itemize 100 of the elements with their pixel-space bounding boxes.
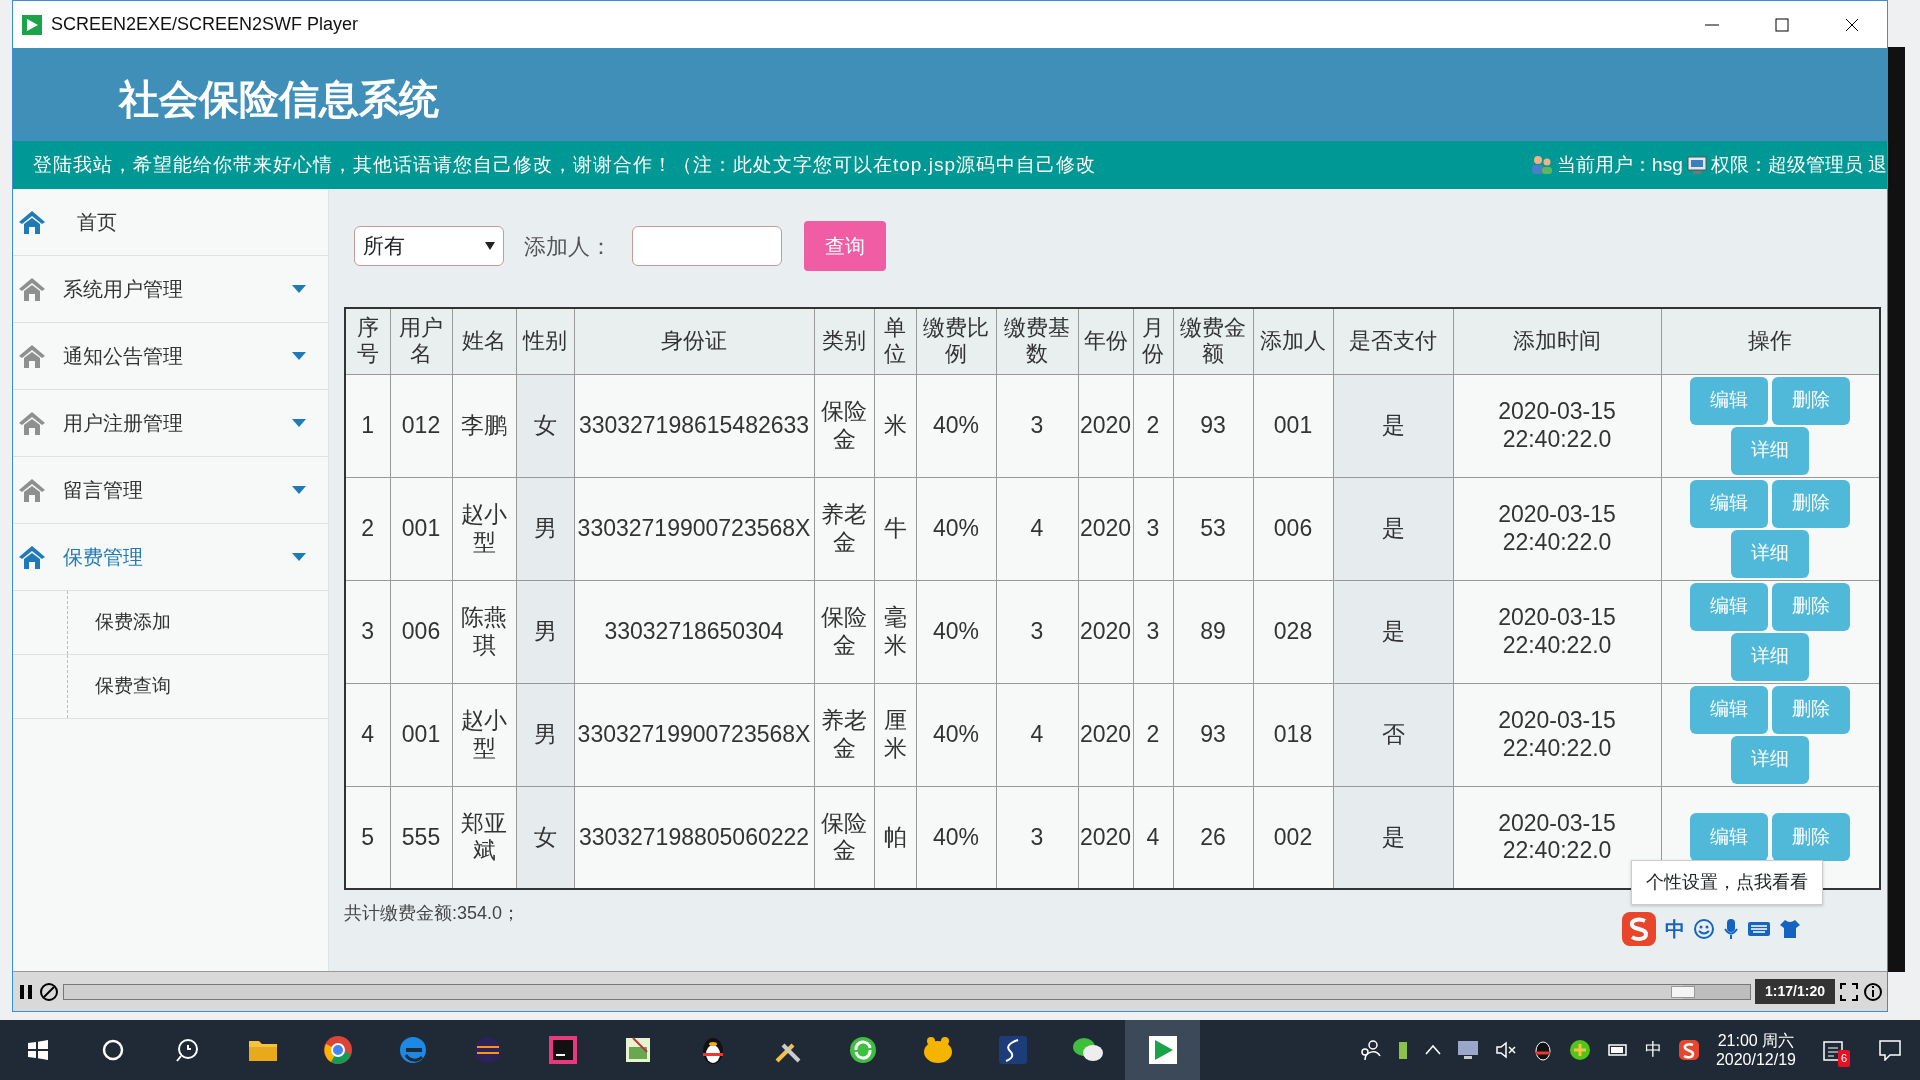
table-cell: 2: [345, 477, 390, 580]
fullscreen-icon[interactable]: [1839, 981, 1859, 1002]
sidebar-item[interactable]: 保费管理: [13, 524, 328, 591]
browser-icon[interactable]: [322, 1035, 353, 1065]
caret-icon: [292, 285, 306, 293]
edit-button[interactable]: 编辑: [1690, 685, 1769, 734]
type-select[interactable]: 所有: [354, 226, 504, 266]
table-cell: 男: [516, 580, 574, 683]
sidebar-item[interactable]: 系统用户管理: [13, 256, 328, 323]
sidebar-item[interactable]: 通知公告管理: [13, 323, 328, 390]
adder-input-field[interactable]: [632, 226, 782, 266]
table-cell: 2020-03-15 22:40:22.0: [1453, 477, 1661, 580]
table-cell: 4: [996, 683, 1078, 786]
column-header: 序号: [345, 308, 390, 374]
ide-icon[interactable]: [547, 1035, 578, 1065]
table-cell: 厘米: [874, 683, 916, 786]
info-icon[interactable]: [1863, 981, 1883, 1002]
table-cell: 保险金: [814, 786, 874, 889]
ide-icon[interactable]: [472, 1035, 503, 1065]
submenu-item[interactable]: 保费添加: [13, 591, 328, 655]
table-cell: 帕: [874, 786, 916, 889]
ime-logo-icon[interactable]: [1677, 1039, 1700, 1061]
table-cell: 女: [516, 374, 574, 477]
sidebar-item[interactable]: 留言管理: [13, 457, 328, 524]
browser-e-icon[interactable]: [397, 1035, 428, 1065]
delete-button[interactable]: 删除: [1772, 685, 1851, 734]
submenu-item[interactable]: 保费查询: [13, 655, 328, 719]
chevron-up-icon[interactable]: [1424, 1044, 1441, 1056]
query-button[interactable]: 查询: [804, 221, 886, 271]
shirt-icon[interactable]: [1779, 919, 1801, 939]
time-text: 21:00 周六: [1716, 1030, 1796, 1050]
message-icon[interactable]: [1878, 1039, 1902, 1061]
tooltip[interactable]: 个性设置，点我看看: [1631, 860, 1823, 905]
keyboard-icon[interactable]: [1747, 920, 1771, 938]
minimize-icon: [1705, 23, 1719, 26]
plus-icon[interactable]: [1568, 1039, 1591, 1061]
input-mode-text[interactable]: 中: [1644, 1037, 1662, 1063]
table-cell: 李鹏: [452, 374, 516, 477]
table-cell: 2020-03-15 22:40:22.0: [1453, 374, 1661, 477]
column-header: 是否支付: [1333, 308, 1453, 374]
windows-icon[interactable]: [26, 1039, 49, 1061]
people-icon[interactable]: [1358, 1039, 1381, 1061]
window-title: SCREEN2EXE/SCREEN2SWF Player: [51, 13, 359, 36]
edit-button[interactable]: 编辑: [1690, 813, 1769, 862]
sidebar-item[interactable]: 用户注册管理: [13, 390, 328, 457]
column-header: 缴费金额: [1173, 308, 1253, 374]
table-cell: 93: [1173, 374, 1253, 477]
dropdown-caret-icon: [485, 242, 495, 250]
table-cell: 毫米: [874, 580, 916, 683]
permission-text: 权限：超级管理员 退: [1710, 152, 1887, 177]
table-cell: 保险金: [814, 374, 874, 477]
table-cell: 3: [1133, 477, 1173, 580]
table-cell: 2020-03-15 22:40:22.0: [1453, 683, 1661, 786]
details-button[interactable]: 详细: [1731, 529, 1810, 578]
player-icon[interactable]: [1147, 1035, 1178, 1065]
delete-button[interactable]: 删除: [1772, 479, 1851, 528]
delete-button[interactable]: 删除: [1772, 813, 1851, 862]
progress-handle[interactable]: [1670, 985, 1695, 998]
clock[interactable]: 21:00 周六 2020/12/19: [1715, 1030, 1796, 1070]
table-cell: 555: [390, 786, 452, 889]
penguin-icon[interactable]: [1532, 1039, 1553, 1061]
smiley-icon[interactable]: [1693, 918, 1715, 940]
table-cell: 028: [1253, 580, 1333, 683]
sidebar-item[interactable]: 首页: [13, 189, 328, 256]
circle-icon[interactable]: [100, 1038, 125, 1062]
table-cell: 2020-03-15 22:40:22.0: [1453, 580, 1661, 683]
monitor-icon: [1686, 155, 1707, 175]
delete-button[interactable]: 删除: [1772, 582, 1851, 631]
pause-icon[interactable]: [17, 982, 35, 1001]
table-cell: 陈燕琪: [452, 580, 516, 683]
table-cell: 53: [1173, 477, 1253, 580]
table-cell: 33032718650304: [574, 580, 814, 683]
site-title: 社会保险信息系统: [119, 76, 439, 123]
ime-mode-text[interactable]: 中: [1665, 914, 1685, 944]
table-cell: 2: [1133, 683, 1173, 786]
column-header: 类别: [814, 308, 874, 374]
maximize-icon: [1775, 17, 1789, 32]
refresh-icon[interactable]: [847, 1035, 878, 1065]
table-cell: 否: [1333, 683, 1453, 786]
mute-icon[interactable]: [1494, 1040, 1517, 1060]
column-header: 缴费比例: [916, 308, 996, 374]
monitor-icon[interactable]: [1456, 1040, 1479, 1060]
stop-icon[interactable]: [39, 981, 59, 1002]
caret-icon: [292, 486, 306, 494]
table-cell: 2020: [1078, 683, 1133, 786]
details-button[interactable]: 详细: [1731, 426, 1810, 475]
pen-icon[interactable]: [997, 1035, 1028, 1065]
microphone-icon[interactable]: [1723, 918, 1739, 940]
details-button[interactable]: 详细: [1731, 735, 1810, 784]
users-icon: [1531, 155, 1554, 175]
details-button[interactable]: 详细: [1731, 632, 1810, 681]
delete-button[interactable]: 删除: [1772, 376, 1851, 425]
home-icon: [17, 477, 47, 503]
column-header: 性别: [516, 308, 574, 374]
edit-button[interactable]: 编辑: [1690, 376, 1769, 425]
table-cell: 3: [1133, 580, 1173, 683]
edit-button[interactable]: 编辑: [1690, 582, 1769, 631]
edit-button[interactable]: 编辑: [1690, 479, 1769, 528]
column-header: 姓名: [452, 308, 516, 374]
search-icon[interactable]: [174, 1037, 201, 1063]
